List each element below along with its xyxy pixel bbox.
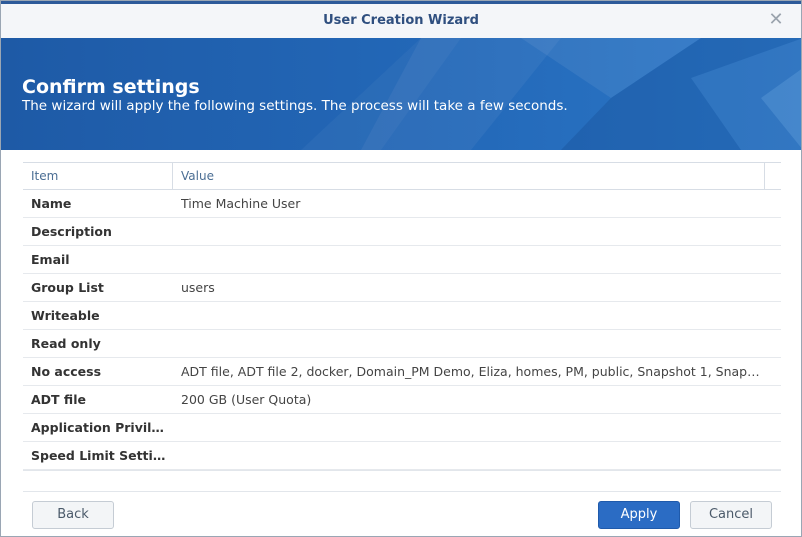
wizard-window: User Creation Wizard ✕ Confirm settings …: [0, 0, 802, 537]
back-button[interactable]: Back: [32, 501, 114, 529]
row-item: Writeable: [31, 308, 100, 323]
header-banner: Confirm settings The wizard will apply t…: [1, 38, 801, 150]
table-row[interactable]: Speed Limit Settings: [23, 442, 781, 470]
row-item: Read only: [31, 336, 101, 351]
table-row[interactable]: Writeable: [23, 302, 781, 330]
cancel-button[interactable]: Cancel: [690, 501, 772, 529]
apply-button[interactable]: Apply: [598, 501, 680, 529]
row-item: Group List: [31, 280, 104, 295]
table-row[interactable]: Application Privileges: [23, 414, 781, 442]
column-header-item[interactable]: Item: [23, 163, 173, 189]
table-row[interactable]: Name Time Machine User: [23, 190, 781, 218]
close-icon[interactable]: ✕: [767, 11, 785, 29]
table-row[interactable]: Read only: [23, 330, 781, 358]
title-bar: User Creation Wizard ✕: [1, 4, 801, 38]
table-row[interactable]: No access ADT file, ADT file 2, docker, …: [23, 358, 781, 386]
row-item: Name: [31, 196, 72, 211]
row-item: ADT file: [31, 392, 86, 407]
footer-divider: [23, 491, 781, 492]
table-row[interactable]: Group List users: [23, 274, 781, 302]
row-value: 200 GB (User Quota): [181, 392, 312, 407]
row-item: Application Privileges: [31, 420, 167, 435]
row-item: Speed Limit Settings: [31, 448, 167, 463]
table-header: Item Value: [23, 163, 781, 190]
row-value: Time Machine User: [181, 196, 301, 211]
page-subtitle: The wizard will apply the following sett…: [22, 98, 568, 114]
window-title: User Creation Wizard: [323, 13, 479, 28]
column-header-value[interactable]: Value: [173, 163, 765, 189]
table-row[interactable]: Email: [23, 246, 781, 274]
page-title: Confirm settings: [22, 76, 200, 98]
row-value: users: [181, 280, 215, 295]
row-item: Description: [31, 224, 112, 239]
settings-table: Item Value Name Time Machine User Descri…: [23, 162, 781, 471]
table-row[interactable]: ADT file 200 GB (User Quota): [23, 386, 781, 414]
row-value: ADT file, ADT file 2, docker, Domain_PM …: [181, 364, 761, 379]
table-row[interactable]: Description: [23, 218, 781, 246]
row-item: No access: [31, 364, 102, 379]
row-item: Email: [31, 252, 70, 267]
